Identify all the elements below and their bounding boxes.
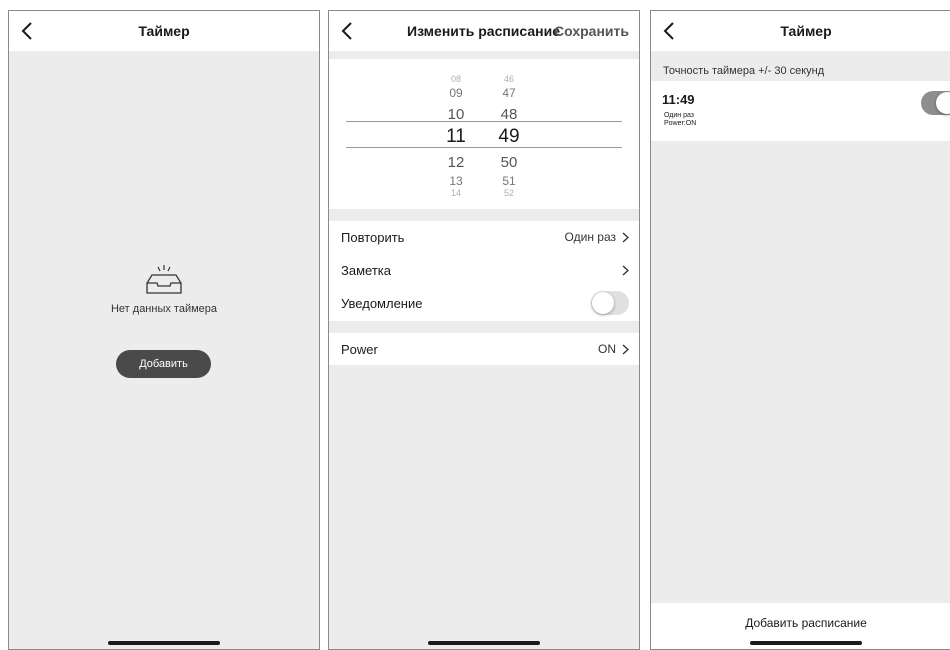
hour-option: 10 [447, 106, 465, 123]
home-indicator [428, 641, 540, 645]
power-value: ON [598, 342, 616, 356]
accuracy-note: Точность таймера +/- 30 секунд [663, 65, 825, 77]
hour-option: 08 [450, 74, 461, 84]
home-indicator [750, 641, 862, 645]
bottom-bar: Добавить расписание [651, 603, 950, 649]
page-title: Таймер [138, 23, 190, 39]
power-row[interactable]: Power ON [329, 333, 639, 365]
chevron-right-icon [622, 231, 629, 243]
picker-divider [346, 121, 622, 122]
power-group: Power ON [329, 333, 639, 365]
toggle-knob [592, 292, 614, 314]
edit-schedule-screen: Изменить расписание Сохранить 08 09 10 11 12… [328, 10, 640, 650]
timer-time: 11:49 [662, 92, 695, 107]
timer-action: Power:ON [664, 120, 697, 127]
note-label: Заметка [341, 262, 391, 278]
add-button[interactable]: Добавить [116, 350, 211, 378]
repeat-label: Повторить [341, 229, 405, 245]
save-button[interactable]: Сохранить [554, 23, 629, 39]
hour-option: 09 [449, 86, 463, 100]
empty-tray-icon [146, 265, 182, 294]
timer-empty-screen: Таймер Нет данных таймера Добавить [8, 10, 320, 650]
page-title: Изменить расписание [407, 23, 561, 39]
empty-state: Нет данных таймера [9, 263, 319, 315]
timer-enable-toggle[interactable] [921, 91, 950, 115]
add-schedule-button[interactable]: Добавить расписание [651, 616, 950, 630]
nav-bar: Таймер [9, 11, 319, 51]
hour-option: 14 [450, 188, 461, 198]
back-button[interactable] [335, 19, 359, 43]
minute-option: 51 [502, 174, 516, 188]
hour-option: 12 [447, 154, 465, 171]
timer-repeat: Один раз [664, 112, 695, 119]
chevron-right-icon [622, 343, 629, 355]
page-title: Таймер [780, 23, 832, 39]
minute-option: 50 [500, 154, 518, 171]
minute-option: 46 [503, 74, 514, 84]
notification-label: Уведомление [341, 295, 423, 311]
chevron-right-icon [622, 264, 629, 276]
minute-option: 49 [498, 126, 520, 147]
power-label: Power [341, 341, 378, 357]
chevron-left-icon [341, 22, 352, 40]
notification-toggle[interactable] [591, 291, 629, 315]
hour-option: 13 [449, 174, 463, 188]
empty-message: Нет данных таймера [110, 303, 218, 315]
repeat-row[interactable]: Повторить Один раз [329, 221, 639, 253]
picker-divider [346, 147, 622, 148]
timer-card[interactable]: 11:49 Один раз Power:ON [651, 81, 950, 141]
minute-option: 52 [503, 188, 514, 198]
repeat-value: Один раз [564, 230, 616, 244]
note-row[interactable]: Заметка [329, 254, 639, 286]
nav-bar: Таймер [651, 11, 950, 51]
notification-row: Уведомление [329, 287, 639, 319]
hour-option: 11 [446, 126, 466, 147]
time-picker: 08 09 10 11 12 13 14 46 47 48 49 50 51 52 [329, 59, 639, 209]
nav-bar: Изменить расписание Сохранить [329, 11, 639, 51]
minute-option: 47 [502, 86, 516, 100]
toggle-knob [936, 92, 950, 114]
home-indicator [108, 641, 220, 645]
timer-list-screen: Таймер Точность таймера +/- 30 секунд 11… [650, 10, 950, 650]
minute-option: 48 [500, 106, 518, 123]
settings-group: Повторить Один раз Заметка Уведомление [329, 221, 639, 321]
